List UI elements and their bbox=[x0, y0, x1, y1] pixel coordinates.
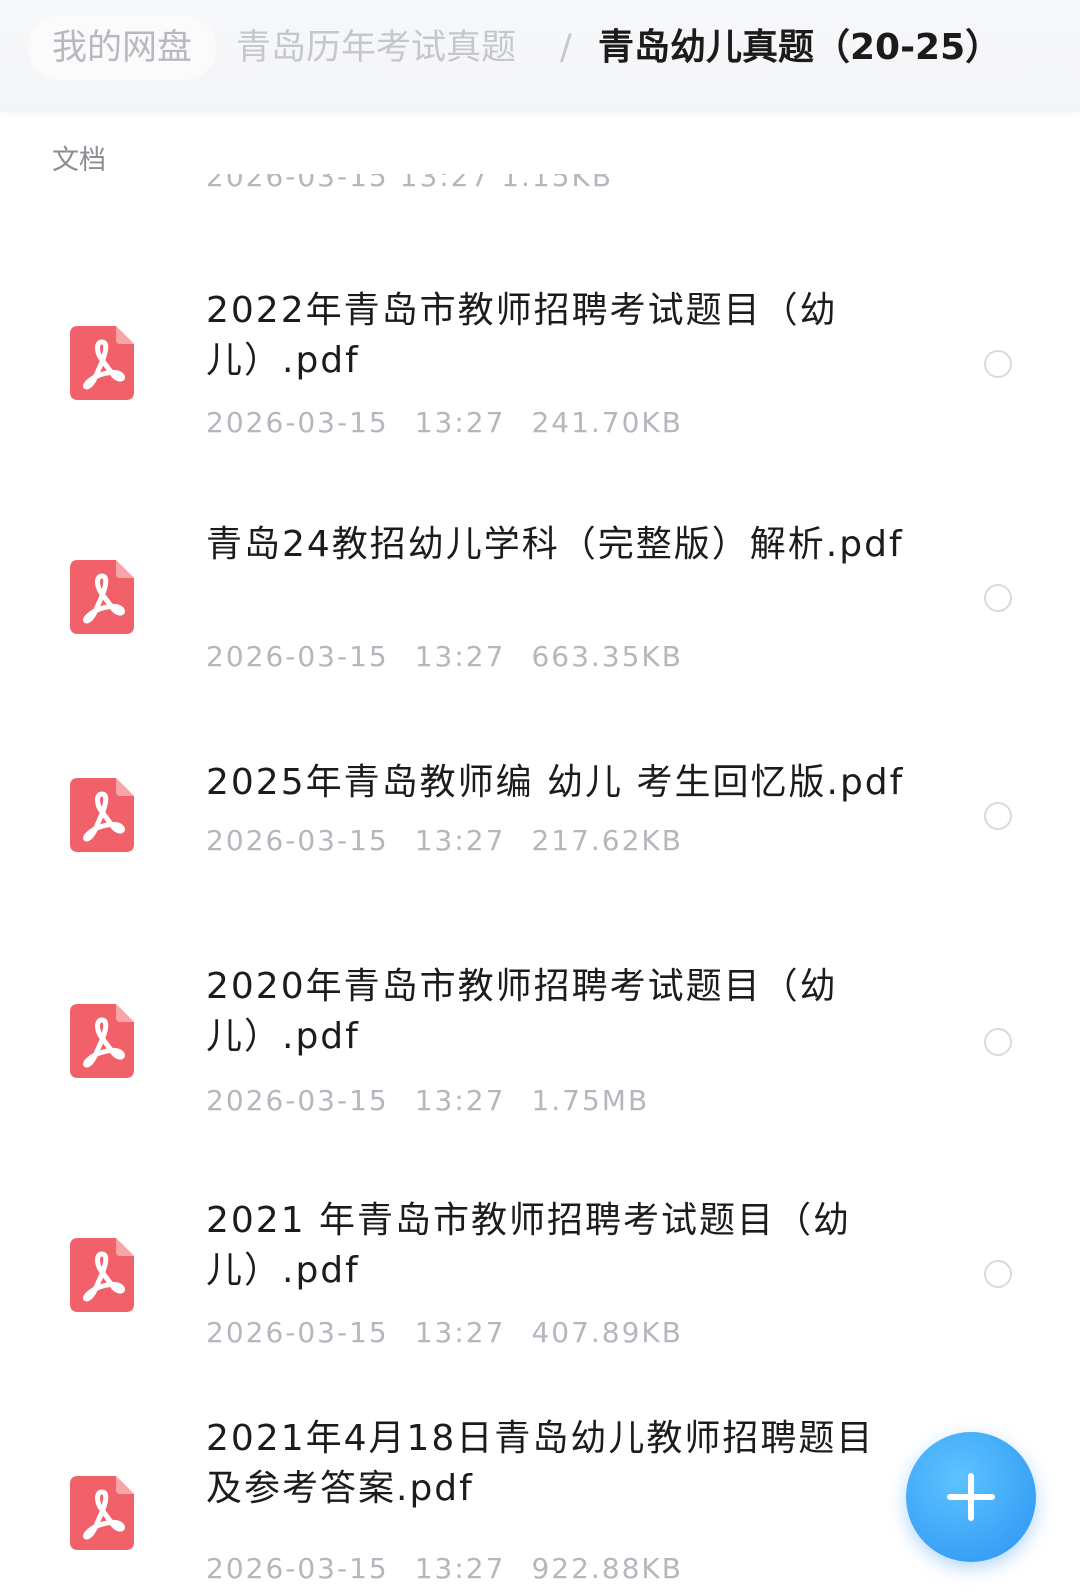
file-name: 2025年青岛教师编 幼儿 考生回忆版.pdf bbox=[206, 762, 905, 803]
file-size: 922.88KB bbox=[531, 1552, 683, 1585]
plus-icon bbox=[947, 1473, 995, 1521]
file-row[interactable]: 2025年青岛教师编 幼儿 考生回忆版.pdf 2026-03-15 13:27 2… bbox=[0, 744, 1080, 894]
file-row[interactable]: 青岛24教招幼儿学科（完整版）解析.pdf 2026-03-15 13:27 663… bbox=[0, 462, 1080, 698]
file-name: 2021年4月18日青岛幼儿教师招聘题目及参考答案.pdf bbox=[206, 1418, 875, 1509]
file-meta: 2026-03-15 13:27 663.35KB bbox=[206, 640, 709, 673]
pdf-icon bbox=[70, 326, 134, 400]
file-time: 13:27 bbox=[414, 824, 506, 857]
pdf-icon bbox=[70, 778, 134, 852]
pdf-icon bbox=[70, 1238, 134, 1312]
file-meta: 2026-03-15 13:27 407.89KB bbox=[206, 1316, 709, 1349]
file-size: 663.35KB bbox=[531, 640, 683, 673]
partial-file-meta: 2026-03-15 13:27 1.15KB bbox=[206, 174, 613, 208]
file-meta: 2026-03-15 13:27 922.88KB bbox=[206, 1552, 709, 1585]
file-name: 2022年青岛市教师招聘考试题目（幼儿）.pdf bbox=[206, 290, 838, 381]
pdf-icon bbox=[70, 560, 134, 634]
file-time: 13:27 bbox=[414, 1552, 506, 1585]
file-time: 13:27 bbox=[414, 1316, 506, 1349]
file-row[interactable]: 2022年青岛市教师招聘考试题目（幼儿）.pdf 2026-03-15 13:27… bbox=[0, 230, 1080, 462]
select-radio[interactable] bbox=[984, 802, 1012, 830]
select-radio[interactable] bbox=[984, 584, 1012, 612]
breadcrumb-root[interactable]: 我的网盘 bbox=[28, 16, 217, 80]
file-size: 407.89KB bbox=[531, 1316, 683, 1349]
file-time: 13:27 bbox=[414, 406, 506, 439]
file-time: 13:27 bbox=[414, 640, 506, 673]
pdf-icon bbox=[70, 1476, 134, 1550]
file-meta: 2026-03-15 13:27 1.75MB bbox=[206, 1084, 675, 1117]
file-name: 2021 年青岛市教师招聘考试题目（幼儿）.pdf bbox=[206, 1200, 852, 1291]
pdf-icon bbox=[70, 1004, 134, 1078]
top-breadcrumb-bar: 我的网盘 青岛历年考试真题 / 青岛幼儿真题（20-25） bbox=[0, 0, 1080, 112]
file-size: 1.75MB bbox=[531, 1084, 650, 1117]
breadcrumb-separator: / bbox=[560, 28, 572, 68]
file-size: 241.70KB bbox=[531, 406, 683, 439]
file-date: 2026-03-15 bbox=[206, 1316, 389, 1349]
file-time: 13:27 bbox=[414, 1084, 506, 1117]
select-radio[interactable] bbox=[984, 350, 1012, 378]
file-size: 217.62KB bbox=[531, 824, 683, 857]
partial-file-meta-text: 2026-03-15 13:27 1.15KB bbox=[206, 174, 614, 193]
file-date: 2026-03-15 bbox=[206, 1084, 389, 1117]
file-date: 2026-03-15 bbox=[206, 406, 389, 439]
add-button[interactable] bbox=[906, 1432, 1036, 1562]
section-label: 文档 bbox=[52, 145, 106, 176]
file-row[interactable]: 2021 年青岛市教师招聘考试题目（幼儿）.pdf 2026-03-15 13:2… bbox=[0, 1172, 1080, 1408]
breadcrumb-current: 青岛幼儿真题（20-25） bbox=[598, 27, 1002, 68]
file-name: 2020年青岛市教师招聘考试题目（幼儿）.pdf bbox=[206, 966, 838, 1057]
file-row[interactable]: 2020年青岛市教师招聘考试题目（幼儿）.pdf 2026-03-15 13:27… bbox=[0, 940, 1080, 1172]
file-date: 2026-03-15 bbox=[206, 1552, 389, 1585]
select-radio[interactable] bbox=[984, 1028, 1012, 1056]
file-name: 青岛24教招幼儿学科（完整版）解析.pdf bbox=[206, 524, 904, 565]
file-date: 2026-03-15 bbox=[206, 640, 389, 673]
file-date: 2026-03-15 bbox=[206, 824, 389, 857]
file-meta: 2026-03-15 13:27 241.70KB bbox=[206, 406, 709, 439]
breadcrumb-parent[interactable]: 青岛历年考试真题 bbox=[236, 16, 516, 80]
file-meta: 2026-03-15 13:27 217.62KB bbox=[206, 824, 709, 857]
select-radio[interactable] bbox=[984, 1260, 1012, 1288]
